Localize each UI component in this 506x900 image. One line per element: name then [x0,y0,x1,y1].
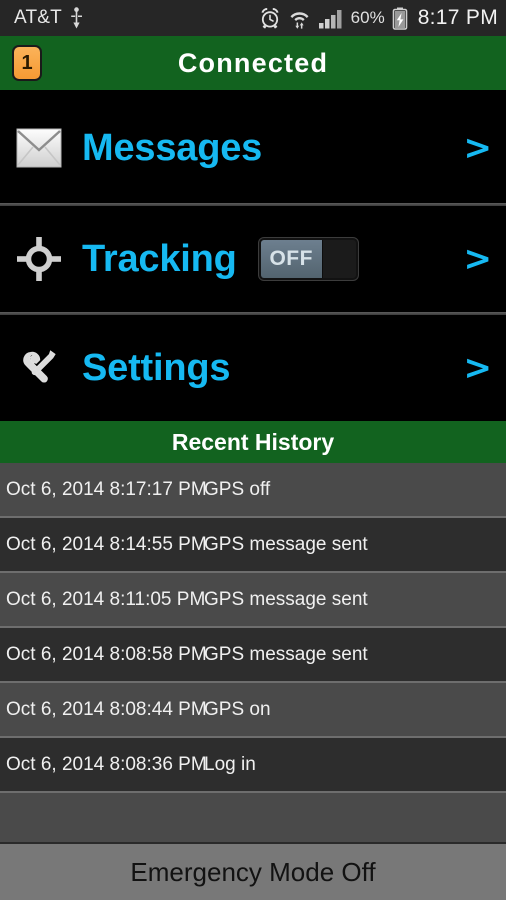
history-row-timestamp: Oct 6, 2014 8:08:36 PM [6,753,207,775]
app-root: AT&T 60% 8:17 PM 1 Connected Messages > … [0,0,506,900]
history-row-timestamp: Oct 6, 2014 8:11:05 PM [6,588,206,610]
history-row[interactable]: Oct 6, 2014 8:17:17 PM GPS off [0,463,506,518]
alarm-clock-icon [259,7,281,29]
history-row-event: Log in [204,753,256,775]
chevron-right-icon[interactable]: > [464,131,493,165]
tracking-toggle-knob[interactable]: OFF [260,240,323,278]
history-row[interactable]: Oct 6, 2014 8:08:44 PM GPS on [0,683,506,738]
menu-item-settings[interactable]: Settings > [0,315,506,421]
clock-label: 8:17 PM [417,6,498,29]
history-row-event: GPS message sent [204,588,368,610]
recent-history-list[interactable]: Oct 6, 2014 8:17:17 PM GPS off Oct 6, 2014… [0,463,506,842]
usb-icon [70,7,83,29]
connection-status-title: Connected [177,47,329,78]
status-bar-right: 60% 8:17 PM [259,6,498,30]
tools-icon [10,346,68,390]
chevron-right-icon[interactable]: > [464,351,493,385]
history-row[interactable]: Oct 6, 2014 8:08:36 PM Log in [0,738,506,793]
menu-label-settings: Settings [82,346,231,389]
menu-label-tracking: Tracking [82,237,237,280]
gps-crosshair-icon [10,236,68,282]
tracking-toggle-label: OFF [269,247,313,270]
battery-percent-label: 60% [350,8,385,27]
cellular-signal-icon [318,7,344,29]
history-row-event: GPS message sent [204,533,368,555]
battery-charging-icon [392,7,408,30]
history-row-event: GPS on [204,698,271,720]
title-bar: 1 Connected [0,36,506,93]
history-row-timestamp: Oct 6, 2014 8:17:17 PM [6,478,207,500]
menu-item-messages[interactable]: Messages > [0,93,506,203]
wifi-icon [288,7,311,29]
history-row[interactable]: Oct 6, 2014 8:08:58 PM GPS message sent [0,628,506,683]
history-row-timestamp: Oct 6, 2014 8:08:44 PM [6,698,207,720]
carrier-label: AT&T [14,7,62,28]
recent-history-header: Recent History [0,421,506,463]
chevron-right-icon[interactable]: > [464,242,493,276]
emergency-mode-bar[interactable]: Emergency Mode Off [0,842,506,900]
tracking-toggle[interactable]: OFF [258,238,358,280]
history-row-event: GPS off [204,478,271,500]
menu-item-tracking[interactable]: Tracking OFF > [0,206,506,312]
connection-count-badge[interactable]: 1 [12,45,42,81]
main-menu: Messages > Tracking OFF > Settings > [0,93,506,421]
history-row-timestamp: Oct 6, 2014 8:14:55 PM [6,533,207,555]
menu-label-messages: Messages [82,126,263,169]
history-row-event: GPS message sent [204,643,368,665]
history-row-timestamp: Oct 6, 2014 8:08:58 PM [6,643,207,665]
history-row[interactable]: Oct 6, 2014 8:14:55 PM GPS message sent [0,518,506,573]
envelope-icon [10,128,68,168]
status-bar-left: AT&T [14,7,83,29]
status-bar: AT&T 60% 8:17 PM [0,0,506,36]
history-row[interactable]: Oct 6, 2014 8:11:05 PM GPS message sent [0,573,506,628]
history-list-filler [0,793,506,842]
